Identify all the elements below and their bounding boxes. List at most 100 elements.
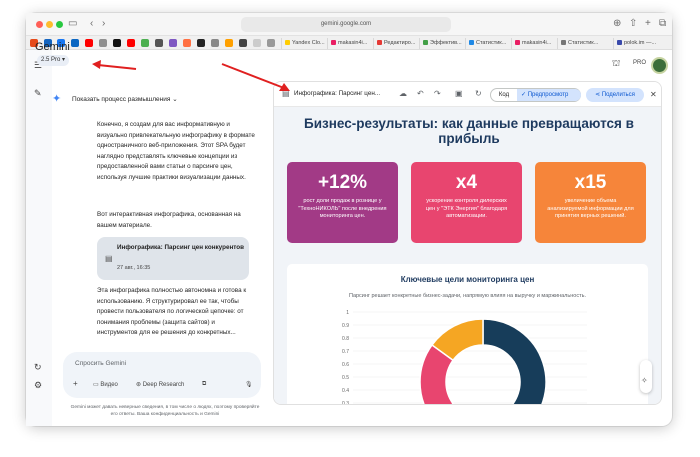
redo-icon[interactable]: ↷	[434, 89, 441, 98]
disclaimer: Gemini может давать неверные сведения, в…	[70, 405, 260, 417]
bookmark-icon[interactable]	[183, 39, 191, 47]
view-toggle: Код ✓ Предпросмотр	[490, 88, 581, 102]
deep-research-button[interactable]: ⊛ Deep Research	[136, 381, 184, 388]
card-date: 27 авг., 16:35	[117, 265, 151, 271]
bookmark-icon[interactable]	[141, 39, 149, 47]
bookmark-icon[interactable]	[99, 39, 107, 47]
minimize-window-button[interactable]	[46, 21, 53, 28]
prompt-input[interactable]: Спросить Gemini	[75, 360, 126, 367]
preview-label: Предпросмотр	[527, 92, 569, 98]
stat-value: x4	[455, 172, 478, 193]
stat-card: x15 увеличение объема анализируемой инфор…	[535, 162, 646, 243]
back-icon[interactable]: ‹	[90, 18, 93, 30]
video-button[interactable]: ▭ Видео	[93, 381, 118, 388]
bookmark-icon[interactable]	[127, 39, 135, 47]
chevron-down-icon: ⌄	[172, 96, 178, 103]
browser-tab[interactable]: Статистик...	[557, 38, 603, 49]
stat-description: рост доли продаж в рознице у "ТехноНИКОЛ…	[298, 198, 387, 219]
history-icon[interactable]: ↻	[34, 362, 42, 373]
settings-icon[interactable]: ⚙	[34, 380, 42, 391]
bookmark-icon[interactable]	[211, 39, 219, 47]
avatar[interactable]	[651, 57, 668, 74]
y-tick-label: 0.6	[342, 362, 349, 368]
tab-overview-icon[interactable]: ⧉	[659, 18, 666, 30]
model-selector[interactable]: 2.5 Pro ▾	[37, 55, 70, 66]
undo-icon[interactable]: ↶	[417, 89, 424, 98]
bookmark-icon[interactable]	[85, 39, 93, 47]
bookmark-icon[interactable]	[71, 39, 79, 47]
goals-title: Ключевые цели мониторинга цен	[400, 275, 535, 284]
bookmark-icon[interactable]	[267, 39, 275, 47]
stat-description: увеличение объема анализируемой информац…	[547, 198, 634, 219]
share-label: Поделиться	[601, 92, 635, 98]
bookmark-icon[interactable]	[253, 39, 261, 47]
stat-description: ускорение контроля дилерских цен у "ЭТК …	[425, 198, 508, 219]
tab-label: polok.im —...	[624, 40, 657, 46]
tab-label: Статистик...	[476, 40, 507, 46]
app-title[interactable]: Gemini	[35, 41, 70, 53]
y-tick-label: 0.9	[342, 323, 349, 329]
microphone-icon[interactable]: 🎙	[245, 381, 253, 388]
stat-value: +12%	[317, 172, 368, 193]
bookmark-icon[interactable]	[225, 39, 233, 47]
preview-tab[interactable]: ✓ Предпросмотр	[517, 89, 581, 101]
y-tick-label: 0.5	[342, 375, 349, 381]
browser-tab[interactable]: polok.im —...	[613, 38, 671, 49]
bookmark-icon[interactable]	[239, 39, 247, 47]
forward-icon[interactable]: ›	[102, 18, 105, 30]
share-button[interactable]: ⋖ Поделиться	[586, 88, 644, 102]
y-tick-label: 0.3	[342, 401, 349, 405]
bookmark-icon[interactable]	[113, 39, 121, 47]
document-icon: ▤	[282, 89, 290, 98]
sparkle-icon[interactable]: ✧	[641, 376, 648, 385]
tab-label: Эффектив...	[430, 40, 462, 46]
stat-card: +12% рост доли продаж в рознице у "ТехноН…	[287, 162, 398, 243]
check-icon: ✓	[521, 92, 527, 98]
tab-label: Статистик...	[568, 40, 599, 46]
cloud-icon[interactable]: ☁	[399, 89, 407, 98]
panel-title: Инфографика: Парсинг цен...	[294, 90, 381, 97]
y-tick-label: 1	[346, 310, 349, 316]
bookmark-icon[interactable]	[197, 39, 205, 47]
console-icon[interactable]: ▣	[455, 89, 463, 98]
tab-strip: Yandex Clo... makasin4i... Редактиро... …	[26, 36, 672, 50]
goals-subtitle: Парсинг решает конкретные бизнес-задачи,…	[348, 293, 587, 299]
bookmark-icon[interactable]	[155, 39, 163, 47]
tab-label: makasin4i...	[338, 40, 368, 46]
zoom-window-button[interactable]	[56, 21, 63, 28]
sidebar-toggle-icon[interactable]: ▭	[68, 18, 77, 30]
new-chat-icon[interactable]: ✎	[34, 88, 42, 99]
chevron-down-icon: ▾	[62, 57, 66, 63]
y-tick-label: 0.8	[342, 336, 349, 342]
address-bar[interactable]: gemini.google.com	[241, 17, 451, 32]
deep-research-label: Deep Research	[142, 382, 185, 388]
refresh-icon[interactable]: ↻	[475, 89, 482, 98]
browser-tab[interactable]: makasin4i...	[511, 38, 557, 49]
browser-tab[interactable]: Статистик...	[465, 38, 511, 49]
infographic-card[interactable]: ▤ Инфографика: Парсинг цен конкурентов 2…	[97, 237, 249, 280]
gift-icon[interactable]: ⛫	[612, 58, 620, 70]
download-icon[interactable]: ⊕	[613, 18, 621, 30]
panel-header: ▤ Инфографика: Парсинг цен... ☁ ↶ ↷ ▣ ↻ …	[274, 82, 661, 107]
pro-badge: PRO	[633, 60, 647, 66]
close-icon[interactable]: ✕	[650, 90, 657, 99]
canvas-icon[interactable]: ⧉	[202, 381, 206, 388]
browser-tab[interactable]: makasin4i...	[327, 38, 373, 49]
code-tab[interactable]: Код	[491, 89, 517, 101]
close-window-button[interactable]	[36, 21, 43, 28]
new-tab-icon[interactable]: +	[645, 18, 651, 30]
prompt-composer[interactable]: Спросить Gemini + ▭ Видео ⊛ Deep Researc…	[63, 352, 261, 398]
bookmark-icon[interactable]	[169, 39, 177, 47]
browser-tab[interactable]: Эффектив...	[419, 38, 465, 49]
infographic-headline: Бизнес-результаты: как данные превращают…	[304, 116, 634, 146]
deep-research-icon: ⊛	[136, 382, 142, 388]
donut-slice[interactable]	[482, 318, 547, 405]
browser-tab[interactable]: Редактиро...	[373, 38, 419, 49]
show-thinking-toggle[interactable]: Показать процесс размышления ⌄	[72, 95, 178, 103]
goals-card: Ключевые цели мониторинга цен Парсинг ре…	[287, 264, 648, 405]
add-icon[interactable]: +	[73, 379, 78, 388]
share-icon[interactable]: ⇧	[629, 18, 637, 30]
response-paragraph: Эта инфографика полностью автономна и го…	[97, 287, 247, 336]
browser-tab[interactable]: Yandex Clo...	[281, 38, 327, 49]
canvas-panel: ▤ Инфографика: Парсинг цен... ☁ ↶ ↷ ▣ ↻ …	[273, 81, 662, 405]
